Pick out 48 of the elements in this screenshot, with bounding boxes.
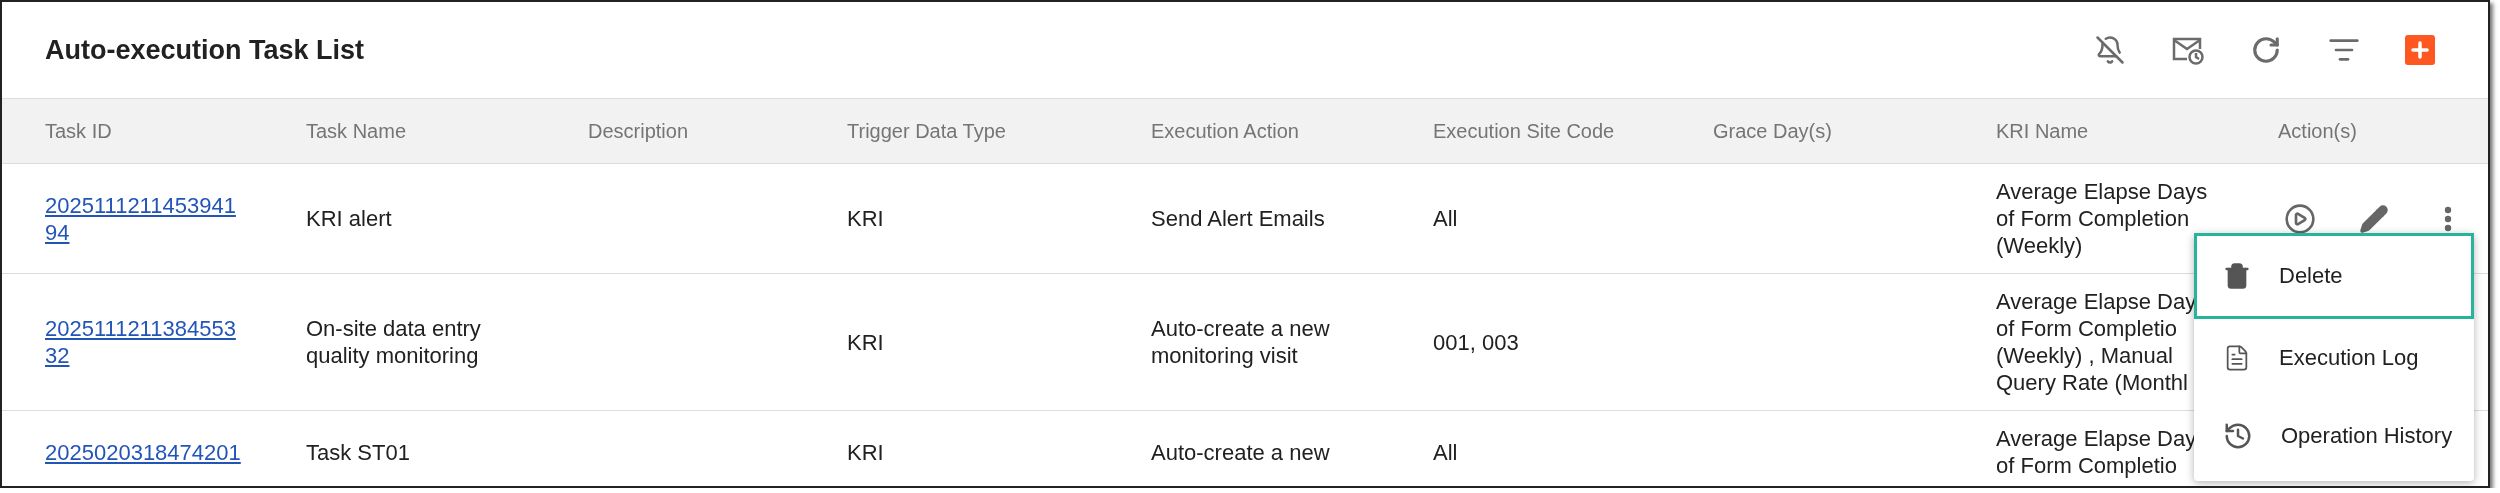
table-cell: 001, 003	[1433, 328, 1519, 356]
table-cell: KRI	[847, 438, 884, 466]
table-cell-text: (Weekly) , Manual	[1996, 342, 2174, 369]
column-header: KRI Name	[1996, 119, 2089, 143]
table-cell-text: of Form Completio	[1996, 315, 2178, 342]
table-cell: Average Elapse Day	[1996, 425, 2197, 452]
table-cell: KRI	[847, 328, 884, 356]
table-cell: All	[1433, 205, 1458, 232]
more-icon	[2444, 205, 2452, 232]
column-header: Task Name	[306, 119, 407, 143]
table-cell-text: of Form Completion	[1996, 205, 2191, 232]
column-header: Description	[588, 119, 689, 143]
column-header: Action(s)	[2278, 119, 2357, 143]
table-cell: Average Elapse Days	[1996, 178, 2208, 205]
page-title: Auto-execution Task List	[45, 34, 366, 66]
trash-icon	[2223, 262, 2251, 290]
menu-item[interactable]: Delete	[2194, 233, 2474, 319]
table-cell-text: of Form Completio	[1996, 452, 2178, 479]
column-header: Trigger Data Type	[847, 119, 1006, 143]
table-cell: Average Elapse Day	[1996, 288, 2197, 315]
play-icon	[2284, 202, 2316, 235]
menu-item[interactable]: Operation History	[2194, 397, 2474, 475]
column-header: Execution Site Code	[1433, 119, 1615, 143]
table-cell-text: Auto-create a new monitoring visit	[1151, 315, 1331, 369]
column-header: Grace Day(s)	[1713, 119, 1832, 143]
table-cell: KRI alert	[306, 205, 392, 232]
bell-off-icon	[2095, 35, 2125, 65]
refresh-icon	[2251, 35, 2281, 65]
plus-icon	[2408, 38, 2432, 62]
table-cell: All	[1433, 438, 1458, 466]
pencil-icon	[2359, 203, 2389, 234]
column-header: Task ID	[45, 119, 112, 143]
mail-clock-icon	[2171, 35, 2205, 65]
task-id-link[interactable]: 202511121138455332	[45, 315, 245, 369]
notifications-off-button[interactable]	[2093, 33, 2127, 67]
task-id-link[interactable]: 202511121145394194	[45, 191, 245, 246]
table-cell-text: (Weekly)	[1996, 232, 2084, 259]
table-cell: Send Alert Emails	[1151, 205, 1325, 232]
table-cell: KRI	[847, 205, 884, 232]
column-header: Execution Action	[1151, 119, 1299, 143]
menu-item[interactable]: Execution Log	[2194, 319, 2474, 397]
add-button[interactable]	[2405, 35, 2435, 65]
table-cell: Task ST01	[306, 438, 410, 466]
history-icon	[2223, 421, 2253, 451]
table-cell: Auto-create a new	[1151, 438, 1330, 466]
table-cell-text: Query Rate (Monthl	[1996, 369, 2189, 396]
task-id-link[interactable]: 2025020318474201	[45, 438, 241, 466]
table-cell-text: On-site data entry quality monitoring	[306, 315, 482, 369]
